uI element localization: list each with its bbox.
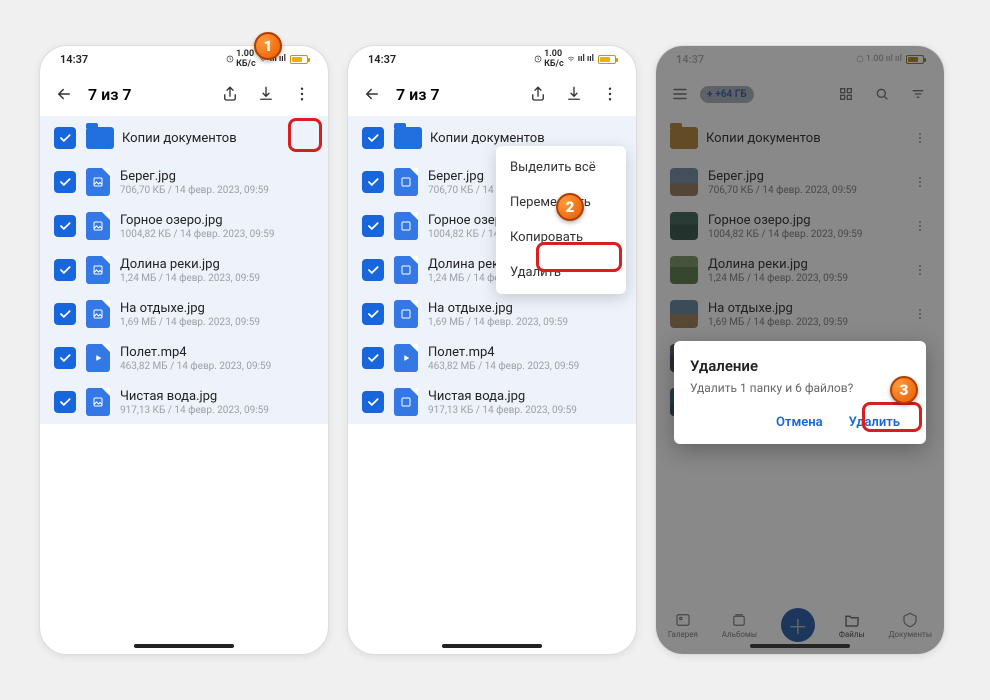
item-meta: 1,69 МБ / 14 февр. 2023, 09:59 bbox=[428, 317, 622, 328]
checkbox-icon[interactable] bbox=[54, 259, 76, 281]
item-name: Чистая вода.jpg bbox=[120, 389, 314, 404]
annotation-marker-1: 1 bbox=[254, 32, 282, 60]
image-file-icon bbox=[86, 256, 110, 284]
video-file-icon bbox=[394, 344, 418, 372]
back-button[interactable] bbox=[360, 85, 384, 103]
checkbox-icon[interactable] bbox=[362, 127, 384, 149]
item-meta: 917,13 КБ / 14 февр. 2023, 09:59 bbox=[428, 405, 622, 416]
image-file-icon bbox=[394, 256, 418, 284]
item-name: Полет.mp4 bbox=[428, 345, 622, 360]
checkbox-icon[interactable] bbox=[362, 347, 384, 369]
list-item[interactable]: Полет.mp4463,82 МБ / 14 февр. 2023, 09:5… bbox=[348, 336, 636, 380]
checkbox-icon[interactable] bbox=[362, 171, 384, 193]
menu-delete[interactable]: Удалить bbox=[496, 255, 626, 290]
clock: 14:37 bbox=[368, 53, 396, 66]
status-bar: 14:37 1.00КБ/с ıılııl bbox=[40, 46, 328, 72]
checkbox-icon[interactable] bbox=[362, 303, 384, 325]
annotation-marker-2: 2 bbox=[556, 193, 584, 221]
image-file-icon bbox=[86, 300, 110, 328]
dialog-title: Удаление bbox=[690, 357, 910, 375]
download-button[interactable] bbox=[252, 80, 280, 108]
item-meta: 1004,82 КБ / 14 февр. 2023, 09:59 bbox=[120, 229, 314, 240]
phone-panel-3: 14:37 1.00 ıılııl ++64 ГБ Копии документ… bbox=[655, 45, 945, 655]
image-file-icon bbox=[394, 212, 418, 240]
share-button[interactable] bbox=[524, 80, 552, 108]
item-meta: 463,82 МБ / 14 февр. 2023, 09:59 bbox=[120, 361, 314, 372]
checkbox-icon[interactable] bbox=[54, 347, 76, 369]
checkbox-icon[interactable] bbox=[54, 391, 76, 413]
item-name: Долина реки.jpg bbox=[120, 257, 314, 272]
dialog-cancel-button[interactable]: Отмена bbox=[766, 409, 833, 436]
selection-count: 7 из 7 bbox=[392, 85, 516, 104]
item-name: Горное озеро.jpg bbox=[120, 213, 314, 228]
phone-panel-1: 14:37 1.00КБ/с ıılııl 7 из 7 Копии докум… bbox=[39, 45, 329, 655]
list-item[interactable]: Чистая вода.jpg917,13 КБ / 14 февр. 2023… bbox=[348, 380, 636, 424]
image-file-icon bbox=[86, 212, 110, 240]
image-file-icon bbox=[394, 388, 418, 416]
item-name: Берег.jpg bbox=[120, 169, 314, 184]
overflow-button[interactable] bbox=[288, 80, 316, 108]
checkbox-icon[interactable] bbox=[362, 391, 384, 413]
item-name: Полет.mp4 bbox=[120, 345, 314, 360]
download-button[interactable] bbox=[560, 80, 588, 108]
item-name: Копии документов bbox=[122, 131, 314, 146]
annotation-marker-3: 3 bbox=[890, 376, 918, 404]
image-file-icon bbox=[86, 388, 110, 416]
status-icons: 1.00КБ/с ıılııl bbox=[534, 49, 616, 69]
video-file-icon bbox=[86, 344, 110, 372]
item-name: Копии документов bbox=[430, 131, 622, 146]
dialog-text: Удалить 1 папку и 6 файлов? bbox=[690, 381, 910, 395]
item-meta: 706,70 КБ / 14 февр. 2023, 09:59 bbox=[120, 185, 314, 196]
share-button[interactable] bbox=[216, 80, 244, 108]
clock: 14:37 bbox=[60, 53, 88, 66]
list-item[interactable]: Чистая вода.jpg917,13 КБ / 14 февр. 2023… bbox=[40, 380, 328, 424]
home-indicator bbox=[134, 644, 234, 648]
image-file-icon bbox=[394, 168, 418, 196]
checkbox-icon[interactable] bbox=[54, 215, 76, 237]
item-meta: 463,82 МБ / 14 февр. 2023, 09:59 bbox=[428, 361, 622, 372]
image-file-icon bbox=[394, 300, 418, 328]
folder-icon bbox=[394, 127, 422, 149]
list-item[interactable]: На отдыхе.jpg1,69 МБ / 14 февр. 2023, 09… bbox=[348, 292, 636, 336]
item-name: На отдыхе.jpg bbox=[120, 301, 314, 316]
item-name: На отдыхе.jpg bbox=[428, 301, 622, 316]
list-item[interactable]: На отдыхе.jpg1,69 МБ / 14 февр. 2023, 09… bbox=[40, 292, 328, 336]
selection-count: 7 из 7 bbox=[84, 85, 208, 104]
back-button[interactable] bbox=[52, 85, 76, 103]
checkbox-icon[interactable] bbox=[54, 127, 76, 149]
item-meta: 1,24 МБ / 14 февр. 2023, 09:59 bbox=[120, 273, 314, 284]
file-list: Копии документов Берег.jpg706,70 КБ / 14… bbox=[40, 116, 328, 654]
overflow-button[interactable] bbox=[596, 80, 624, 108]
list-item[interactable]: Копии документов bbox=[40, 116, 328, 160]
item-name: Чистая вода.jpg bbox=[428, 389, 622, 404]
selection-header: 7 из 7 bbox=[40, 72, 328, 116]
dialog-confirm-button[interactable]: Удалить bbox=[839, 409, 910, 436]
status-bar: 14:37 1.00КБ/с ıılııl bbox=[348, 46, 636, 72]
list-item[interactable]: Полет.mp4463,82 МБ / 14 февр. 2023, 09:5… bbox=[40, 336, 328, 380]
item-meta: 1,69 МБ / 14 февр. 2023, 09:59 bbox=[120, 317, 314, 328]
selection-header: 7 из 7 bbox=[348, 72, 636, 116]
image-file-icon bbox=[86, 168, 110, 196]
checkbox-icon[interactable] bbox=[362, 259, 384, 281]
item-meta: 917,13 КБ / 14 февр. 2023, 09:59 bbox=[120, 405, 314, 416]
phone-panel-2: 14:37 1.00КБ/с ıılııl 7 из 7 Копии докум… bbox=[347, 45, 637, 655]
overflow-menu: Выделить всё Переместить Копировать Удал… bbox=[496, 146, 626, 294]
delete-dialog: Удаление Удалить 1 папку и 6 файлов? Отм… bbox=[674, 341, 926, 444]
checkbox-icon[interactable] bbox=[54, 303, 76, 325]
folder-icon bbox=[86, 127, 114, 149]
list-item[interactable]: Долина реки.jpg1,24 МБ / 14 февр. 2023, … bbox=[40, 248, 328, 292]
checkbox-icon[interactable] bbox=[362, 215, 384, 237]
list-item[interactable]: Берег.jpg706,70 КБ / 14 февр. 2023, 09:5… bbox=[40, 160, 328, 204]
home-indicator bbox=[442, 644, 542, 648]
menu-copy[interactable]: Копировать bbox=[496, 220, 626, 255]
checkbox-icon[interactable] bbox=[54, 171, 76, 193]
menu-select-all[interactable]: Выделить всё bbox=[496, 150, 626, 185]
list-item[interactable]: Горное озеро.jpg1004,82 КБ / 14 февр. 20… bbox=[40, 204, 328, 248]
